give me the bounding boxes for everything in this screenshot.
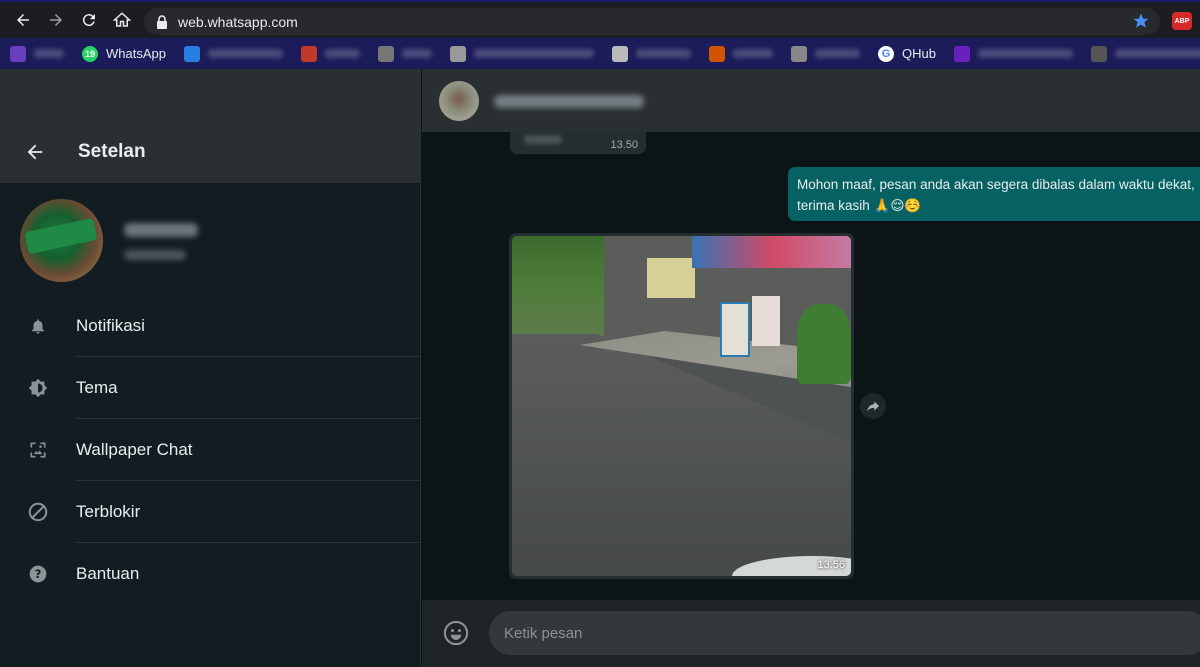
reload-button[interactable] bbox=[72, 1, 105, 39]
bookmark-blurred[interactable] bbox=[611, 38, 691, 69]
lock-icon bbox=[157, 14, 167, 29]
google-icon: G bbox=[877, 45, 894, 62]
bookmark-blurred[interactable] bbox=[183, 38, 283, 69]
bookmark-blurred[interactable] bbox=[449, 38, 594, 69]
incoming-image-message[interactable]: 13.56 bbox=[509, 233, 854, 579]
settings-header: Setelan bbox=[0, 69, 420, 183]
help-icon: ? bbox=[26, 562, 50, 586]
profile-about-blurred bbox=[124, 250, 186, 260]
profile-section[interactable] bbox=[0, 183, 420, 295]
bookmark-blurred[interactable] bbox=[790, 38, 860, 69]
address-bar[interactable]: web.whatsapp.com bbox=[144, 8, 1160, 35]
home-icon bbox=[112, 12, 131, 27]
bookmark-label: QHub bbox=[901, 46, 936, 61]
bookmark-blurred[interactable] bbox=[953, 38, 1073, 69]
svg-text:?: ? bbox=[35, 567, 42, 581]
message-input[interactable] bbox=[489, 611, 1200, 655]
blocked-icon bbox=[26, 500, 50, 524]
message-photo[interactable]: 13.56 bbox=[512, 236, 851, 576]
settings-back-button[interactable] bbox=[24, 141, 46, 168]
bell-icon bbox=[26, 314, 50, 338]
arrow-right-icon bbox=[49, 14, 62, 26]
bookmark-blurred[interactable] bbox=[300, 38, 360, 69]
bookmark-whatsapp[interactable]: 19 WhatsApp bbox=[82, 38, 166, 69]
contact-avatar[interactable] bbox=[439, 81, 479, 121]
settings-item-label: Terblokir bbox=[76, 502, 141, 521]
bookmark-blurred[interactable] bbox=[708, 38, 773, 69]
wallpaper-icon bbox=[26, 438, 50, 462]
settings-title: Setelan bbox=[78, 141, 146, 162]
bookmark-qhub[interactable]: G QHub bbox=[877, 38, 936, 69]
profile-name-blurred bbox=[124, 223, 198, 237]
message-text: Mohon maaf, pesan anda akan segera dibal… bbox=[797, 177, 1195, 213]
settings-item-label: Wallpaper Chat bbox=[76, 440, 193, 459]
whatsapp-icon: 19 bbox=[82, 45, 98, 62]
bookmark-blurred[interactable] bbox=[10, 38, 64, 69]
message-text-blurred bbox=[524, 135, 562, 144]
settings-item-wallpaper[interactable]: Wallpaper Chat bbox=[0, 419, 420, 481]
compose-bar bbox=[422, 600, 1200, 667]
settings-item-theme[interactable]: Tema bbox=[0, 357, 420, 419]
contact-name-blurred[interactable] bbox=[494, 95, 644, 108]
browser-toolbar: web.whatsapp.com ABP bbox=[0, 0, 1200, 38]
bookmark-blurred[interactable] bbox=[1090, 38, 1200, 69]
forward-message-button[interactable] bbox=[860, 393, 886, 419]
emoji-icon bbox=[443, 620, 469, 646]
forward-nav-button[interactable] bbox=[39, 1, 72, 39]
chat-header[interactable] bbox=[422, 69, 1200, 132]
message-time: 13.56 bbox=[817, 559, 845, 571]
reload-icon bbox=[82, 14, 95, 27]
settings-item-notifications[interactable]: Notifikasi bbox=[0, 295, 420, 357]
settings-item-blocked[interactable]: Terblokir bbox=[0, 481, 420, 543]
bookmark-blurred[interactable] bbox=[377, 38, 432, 69]
incoming-message[interactable]: 13.50 bbox=[510, 132, 646, 154]
settings-item-label: Bantuan bbox=[76, 564, 140, 583]
back-button[interactable] bbox=[6, 1, 39, 39]
arrow-left-icon bbox=[16, 14, 29, 26]
emoji-button[interactable] bbox=[442, 619, 470, 647]
bookmark-star-icon[interactable] bbox=[1132, 12, 1150, 35]
chat-panel: 13.50 Mohon maaf, pesan anda akan segera… bbox=[422, 69, 1200, 667]
profile-avatar[interactable] bbox=[20, 199, 103, 282]
home-button[interactable] bbox=[105, 1, 138, 39]
message-time: 13.50 bbox=[610, 139, 638, 151]
bookmark-label: WhatsApp bbox=[106, 46, 166, 61]
url-text: web.whatsapp.com bbox=[178, 13, 298, 30]
settings-item-help[interactable]: ? Bantuan bbox=[0, 543, 420, 605]
bookmarks-bar: 19 WhatsApp G QHub bbox=[0, 38, 1200, 69]
settings-item-label: Notifikasi bbox=[76, 316, 145, 335]
settings-item-label: Tema bbox=[76, 378, 118, 397]
forward-icon bbox=[867, 401, 879, 412]
arrow-left-icon bbox=[27, 144, 43, 160]
settings-panel: Setelan Notifikasi Tema Wallpaper Chat T… bbox=[0, 69, 421, 667]
theme-icon bbox=[26, 376, 50, 400]
adblock-extension-icon[interactable]: ABP bbox=[1172, 12, 1192, 30]
outgoing-message[interactable]: Mohon maaf, pesan anda akan segera dibal… bbox=[788, 167, 1200, 221]
